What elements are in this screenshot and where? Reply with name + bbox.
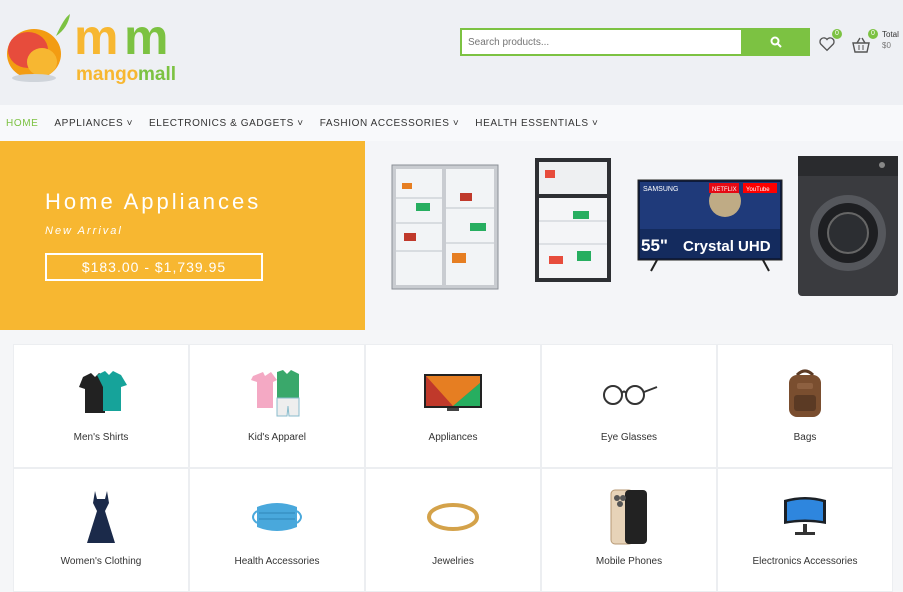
- category-card-mens-shirts[interactable]: Men's Shirts: [13, 344, 189, 468]
- cart-total-value: $0: [882, 41, 891, 50]
- tv-app-netflix: NETFLIX: [712, 187, 737, 193]
- category-card-appliances[interactable]: Appliances: [365, 344, 541, 468]
- hero-subtitle: New Arrival: [45, 225, 123, 237]
- hero-price-range: $183.00 - $1,739.95: [45, 253, 263, 281]
- hero-promo-panel: Home Appliances New Arrival $183.00 - $1…: [0, 141, 365, 330]
- svg-text:m: m: [124, 9, 168, 65]
- category-card-bags[interactable]: Bags: [717, 344, 893, 468]
- category-label: Health Accessories: [234, 556, 320, 567]
- basket-icon: [852, 37, 870, 53]
- category-label: Eye Glasses: [600, 432, 658, 443]
- hero-banner[interactable]: Home Appliances New Arrival $183.00 - $1…: [0, 141, 903, 330]
- nav-item-appliances[interactable]: APPLIANCES ˅: [54, 118, 133, 129]
- face-mask-icon: [252, 502, 302, 531]
- smartphone-icon: [610, 489, 647, 544]
- search-icon: [770, 36, 782, 48]
- category-card-eye-glasses[interactable]: Eye Glasses: [541, 344, 717, 468]
- tv-size-text: 55": [641, 236, 668, 255]
- category-label: Jewelries: [432, 556, 474, 567]
- cart-count-badge: 0: [868, 29, 878, 39]
- monitor-icon: [784, 496, 826, 535]
- tv-model-text: Crystal UHD: [683, 238, 771, 255]
- category-card-kids-apparel[interactable]: Kid's Apparel: [189, 344, 365, 468]
- samsung-tv-image: SAMSUNG NETFLIX YouTube 55" Crystal UHD: [637, 179, 783, 272]
- nav-item-home[interactable]: HOME: [6, 118, 38, 129]
- fridge-side-by-side-image: [391, 164, 499, 290]
- search-bar: [460, 28, 810, 56]
- cart-button[interactable]: 0: [851, 29, 878, 54]
- category-grid: Men's Shirts Kid's Apparel Appliances Ey…: [13, 344, 893, 592]
- washing-machine-image: [798, 156, 898, 296]
- backpack-icon: [789, 369, 821, 417]
- category-card-jewelries[interactable]: Jewelries: [365, 468, 541, 592]
- dress-icon: [87, 490, 115, 543]
- nav-item-fashion[interactable]: FASHION ACCESSORIES ˅: [320, 118, 460, 129]
- category-card-womens-clothing[interactable]: Women's Clothing: [13, 468, 189, 592]
- fridge-top-freezer-image: [535, 158, 611, 282]
- category-label: Women's Clothing: [60, 556, 142, 567]
- category-card-health-accessories[interactable]: Health Accessories: [189, 468, 365, 592]
- svg-text:mall: mall: [138, 64, 176, 85]
- category-label: Appliances: [428, 432, 478, 443]
- category-card-mobile-phones[interactable]: Mobile Phones: [541, 468, 717, 592]
- wishlist-count-badge: 0: [832, 29, 842, 39]
- glasses-icon: [603, 384, 658, 405]
- category-card-electronics-accessories[interactable]: Electronics Accessories: [717, 468, 893, 592]
- kids-apparel-icon: [251, 369, 300, 416]
- hero-title: Home Appliances: [45, 189, 262, 214]
- nav-item-electronics[interactable]: ELECTRONICS & GADGETS ˅: [149, 118, 304, 129]
- category-label: Kid's Apparel: [247, 432, 307, 443]
- tv-app-youtube: YouTube: [746, 187, 770, 193]
- category-label: Electronics Accessories: [752, 556, 858, 567]
- svg-text:mango: mango: [76, 64, 138, 85]
- category-label: Men's Shirts: [73, 432, 129, 443]
- cart-total-label: Total: [882, 30, 899, 39]
- nav-item-health[interactable]: HEALTH ESSENTIALS ˅: [475, 118, 598, 129]
- search-button[interactable]: [741, 28, 810, 56]
- category-label: Mobile Phones: [595, 556, 663, 567]
- cart-total[interactable]: Total $0: [882, 29, 899, 51]
- svg-text:m: m: [74, 9, 118, 65]
- site-header: m m mango mall 0 0 Total $0: [0, 0, 903, 105]
- shirts-icon: [79, 370, 127, 413]
- tv-brand-text: SAMSUNG: [643, 186, 678, 193]
- search-input[interactable]: [460, 28, 741, 56]
- wishlist-button[interactable]: 0: [818, 29, 842, 54]
- tv-icon: [424, 373, 482, 411]
- main-nav: HOME APPLIANCES ˅ ELECTRONICS & GADGETS …: [0, 105, 903, 141]
- category-label: Bags: [793, 432, 817, 443]
- mangomall-logo[interactable]: m m mango mall: [4, 6, 194, 86]
- bracelet-icon: [427, 502, 479, 531]
